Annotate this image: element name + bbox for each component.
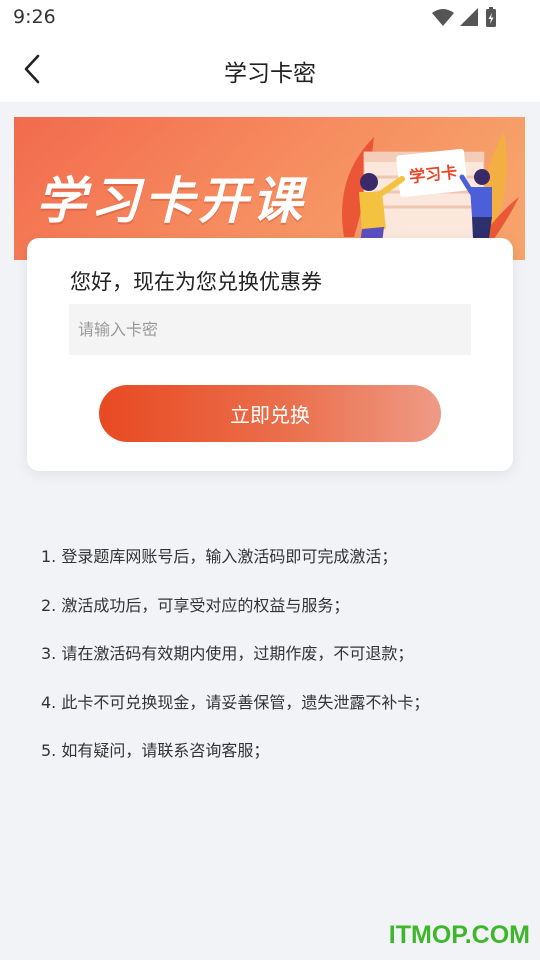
navigation-bar: 学习卡密 <box>0 36 540 102</box>
watermark: ITMOP.COM <box>388 921 530 949</box>
banner-card-label: 学习卡 <box>408 162 459 187</box>
rule-item: 3. 请在激活码有效期内使用，过期作废，不可退款； <box>41 644 414 663</box>
banner-headline: 学习卡开课 <box>36 172 306 230</box>
greeting-text: 您好，现在为您兑换优惠券 <box>70 270 322 294</box>
rule-item: 2. 激活成功后，可享受对应的权益与服务； <box>41 595 350 615</box>
status-bar: 9:26 <box>0 0 540 36</box>
redeem-button[interactable]: 立即兑换 <box>99 385 441 442</box>
status-icons <box>432 7 496 27</box>
card-code-input[interactable] <box>69 304 471 355</box>
battery-icon <box>486 7 496 27</box>
rules-list: 1. 登录题库网账号后，输入激活码即可完成激活； 2. 激活成功后，可享受对应的… <box>41 543 511 786</box>
status-time: 9:26 <box>13 6 56 28</box>
redeem-card: 您好，现在为您兑换优惠券 立即兑换 <box>27 238 513 471</box>
rule-item: 1. 登录题库网账号后，输入激活码即可完成激活； <box>41 547 398 566</box>
rule-item: 4. 此卡不可兑换现金，请妥善保管，遗失泄露不补卡； <box>41 692 430 712</box>
wifi-icon <box>432 9 454 26</box>
page-title: 学习卡密 <box>224 61 316 87</box>
signal-icon <box>460 8 478 26</box>
rule-item: 5. 如有疑问，请联系咨询客服； <box>41 741 270 760</box>
